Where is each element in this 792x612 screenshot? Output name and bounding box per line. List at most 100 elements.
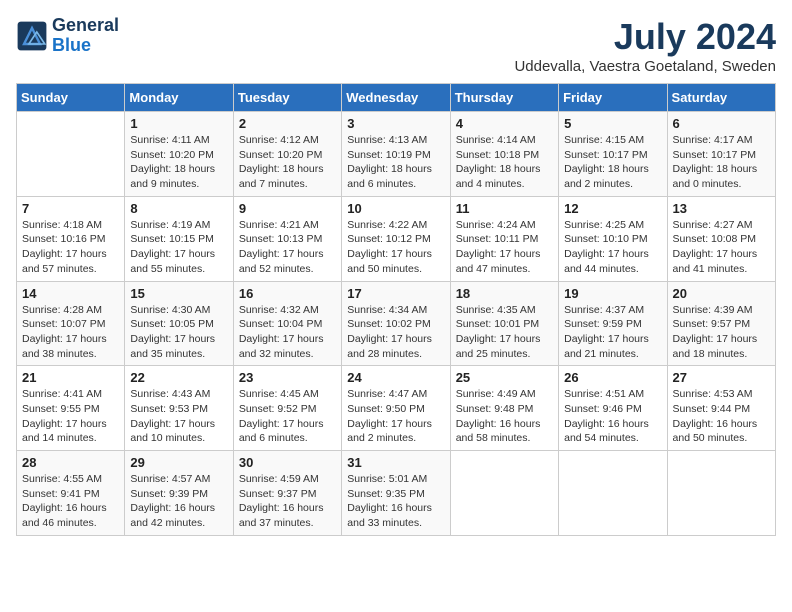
day-info: Sunrise: 4:59 AM Sunset: 9:37 PM Dayligh… [239, 472, 336, 531]
day-info: Sunrise: 4:14 AM Sunset: 10:18 PM Daylig… [456, 133, 553, 192]
calendar-cell: 11 Sunrise: 4:24 AM Sunset: 10:11 PM Dayl… [450, 196, 558, 281]
month-title: July 2024 [514, 16, 776, 58]
day-number: 12 [564, 201, 661, 216]
calendar-cell: 17Sunrise: 4:34 AM Sunset: 10:02 PM Dayl… [342, 281, 450, 366]
day-info: Sunrise: 4:32 AM Sunset: 10:04 PM Daylig… [239, 303, 336, 362]
calendar-cell: 12 Sunrise: 4:25 AM Sunset: 10:10 PM Dayl… [559, 196, 667, 281]
calendar-cell [667, 451, 775, 536]
day-info: Sunrise: 4:30 AM Sunset: 10:05 PM Daylig… [130, 303, 227, 362]
calendar-cell [559, 451, 667, 536]
day-number: 5 [564, 116, 661, 131]
day-info: Sunrise: 4:49 AM Sunset: 9:48 PM Dayligh… [456, 387, 553, 446]
calendar-cell: 7Sunrise: 4:18 AM Sunset: 10:16 PM Dayli… [17, 196, 125, 281]
day-number: 20 [673, 286, 770, 301]
day-info: Sunrise: 4:41 AM Sunset: 9:55 PM Dayligh… [22, 387, 119, 446]
calendar-cell: 13 Sunrise: 4:27 AM Sunset: 10:08 PM Dayl… [667, 196, 775, 281]
day-number: 13 [673, 201, 770, 216]
day-number: 21 [22, 370, 119, 385]
day-info: Sunrise: 4:19 AM Sunset: 10:15 PM Daylig… [130, 218, 227, 277]
day-number: 16 [239, 286, 336, 301]
logo-line1: General [52, 16, 119, 36]
calendar-table: SundayMondayTuesdayWednesdayThursdayFrid… [16, 83, 776, 536]
title-block: July 2024 Uddevalla, Vaestra Goetaland, … [514, 16, 776, 75]
day-info: Sunrise: 4:15 AM Sunset: 10:17 PM Daylig… [564, 133, 661, 192]
week-row-3: 14Sunrise: 4:28 AM Sunset: 10:07 PM Dayl… [17, 281, 776, 366]
calendar-cell: 1 Sunrise: 4:11 AM Sunset: 10:20 PM Dayli… [125, 112, 233, 197]
day-info: Sunrise: 4:17 AM Sunset: 10:17 PM Daylig… [673, 133, 770, 192]
day-number: 23 [239, 370, 336, 385]
day-number: 9 [239, 201, 336, 216]
weekday-header-friday: Friday [559, 84, 667, 112]
day-number: 22 [130, 370, 227, 385]
calendar-cell: 22 Sunrise: 4:43 AM Sunset: 9:53 PM Dayli… [125, 366, 233, 451]
weekday-header-monday: Monday [125, 84, 233, 112]
weekday-header-row: SundayMondayTuesdayWednesdayThursdayFrid… [17, 84, 776, 112]
calendar-cell: 3 Sunrise: 4:13 AM Sunset: 10:19 PM Dayli… [342, 112, 450, 197]
day-info: Sunrise: 4:12 AM Sunset: 10:20 PM Daylig… [239, 133, 336, 192]
day-number: 17 [347, 286, 444, 301]
day-info: Sunrise: 4:21 AM Sunset: 10:13 PM Daylig… [239, 218, 336, 277]
logo-line2: Blue [52, 36, 119, 56]
location: Uddevalla, Vaestra Goetaland, Sweden [514, 58, 776, 75]
calendar-cell: 26Sunrise: 4:51 AM Sunset: 9:46 PM Dayli… [559, 366, 667, 451]
day-number: 1 [130, 116, 227, 131]
day-number: 26 [564, 370, 661, 385]
day-number: 11 [456, 201, 553, 216]
day-number: 27 [673, 370, 770, 385]
calendar-cell: 30Sunrise: 4:59 AM Sunset: 9:37 PM Dayli… [233, 451, 341, 536]
calendar-cell: 10 Sunrise: 4:22 AM Sunset: 10:12 PM Dayl… [342, 196, 450, 281]
calendar-cell: 25 Sunrise: 4:49 AM Sunset: 9:48 PM Dayli… [450, 366, 558, 451]
weekday-header-thursday: Thursday [450, 84, 558, 112]
day-number: 6 [673, 116, 770, 131]
day-number: 29 [130, 455, 227, 470]
calendar-cell: 19 Sunrise: 4:37 AM Sunset: 9:59 PM Dayli… [559, 281, 667, 366]
day-info: Sunrise: 4:22 AM Sunset: 10:12 PM Daylig… [347, 218, 444, 277]
day-info: Sunrise: 4:45 AM Sunset: 9:52 PM Dayligh… [239, 387, 336, 446]
day-number: 10 [347, 201, 444, 216]
day-info: Sunrise: 4:43 AM Sunset: 9:53 PM Dayligh… [130, 387, 227, 446]
day-info: Sunrise: 4:27 AM Sunset: 10:08 PM Daylig… [673, 218, 770, 277]
day-number: 15 [130, 286, 227, 301]
calendar-cell: 6 Sunrise: 4:17 AM Sunset: 10:17 PM Dayli… [667, 112, 775, 197]
day-number: 28 [22, 455, 119, 470]
calendar-cell: 21 Sunrise: 4:41 AM Sunset: 9:55 PM Dayli… [17, 366, 125, 451]
day-info: Sunrise: 5:01 AM Sunset: 9:35 PM Dayligh… [347, 472, 444, 531]
day-info: Sunrise: 4:39 AM Sunset: 9:57 PM Dayligh… [673, 303, 770, 362]
calendar-cell: 8Sunrise: 4:19 AM Sunset: 10:15 PM Dayli… [125, 196, 233, 281]
calendar-cell: 28Sunrise: 4:55 AM Sunset: 9:41 PM Dayli… [17, 451, 125, 536]
day-info: Sunrise: 4:13 AM Sunset: 10:19 PM Daylig… [347, 133, 444, 192]
weekday-header-saturday: Saturday [667, 84, 775, 112]
day-number: 2 [239, 116, 336, 131]
day-number: 3 [347, 116, 444, 131]
page-header: General Blue July 2024 Uddevalla, Vaestr… [16, 16, 776, 75]
day-number: 14 [22, 286, 119, 301]
week-row-5: 28Sunrise: 4:55 AM Sunset: 9:41 PM Dayli… [17, 451, 776, 536]
logo-icon [16, 20, 48, 52]
calendar-cell: 5 Sunrise: 4:15 AM Sunset: 10:17 PM Dayli… [559, 112, 667, 197]
day-number: 19 [564, 286, 661, 301]
calendar-cell: 24 Sunrise: 4:47 AM Sunset: 9:50 PM Dayli… [342, 366, 450, 451]
calendar-cell: 9 Sunrise: 4:21 AM Sunset: 10:13 PM Dayli… [233, 196, 341, 281]
weekday-header-tuesday: Tuesday [233, 84, 341, 112]
day-info: Sunrise: 4:24 AM Sunset: 10:11 PM Daylig… [456, 218, 553, 277]
calendar-body: 1 Sunrise: 4:11 AM Sunset: 10:20 PM Dayli… [17, 112, 776, 536]
day-number: 24 [347, 370, 444, 385]
calendar-cell: 18Sunrise: 4:35 AM Sunset: 10:01 PM Dayl… [450, 281, 558, 366]
day-info: Sunrise: 4:53 AM Sunset: 9:44 PM Dayligh… [673, 387, 770, 446]
day-info: Sunrise: 4:37 AM Sunset: 9:59 PM Dayligh… [564, 303, 661, 362]
calendar-cell: 23 Sunrise: 4:45 AM Sunset: 9:52 PM Dayli… [233, 366, 341, 451]
day-info: Sunrise: 4:47 AM Sunset: 9:50 PM Dayligh… [347, 387, 444, 446]
day-number: 31 [347, 455, 444, 470]
calendar-cell: 14Sunrise: 4:28 AM Sunset: 10:07 PM Dayl… [17, 281, 125, 366]
day-info: Sunrise: 4:11 AM Sunset: 10:20 PM Daylig… [130, 133, 227, 192]
logo-text: General Blue [52, 16, 119, 56]
day-number: 7 [22, 201, 119, 216]
calendar-cell [450, 451, 558, 536]
day-number: 25 [456, 370, 553, 385]
calendar-cell: 2 Sunrise: 4:12 AM Sunset: 10:20 PM Dayli… [233, 112, 341, 197]
day-info: Sunrise: 4:35 AM Sunset: 10:01 PM Daylig… [456, 303, 553, 362]
weekday-header-sunday: Sunday [17, 84, 125, 112]
day-info: Sunrise: 4:25 AM Sunset: 10:10 PM Daylig… [564, 218, 661, 277]
logo: General Blue [16, 16, 119, 56]
week-row-1: 1 Sunrise: 4:11 AM Sunset: 10:20 PM Dayli… [17, 112, 776, 197]
